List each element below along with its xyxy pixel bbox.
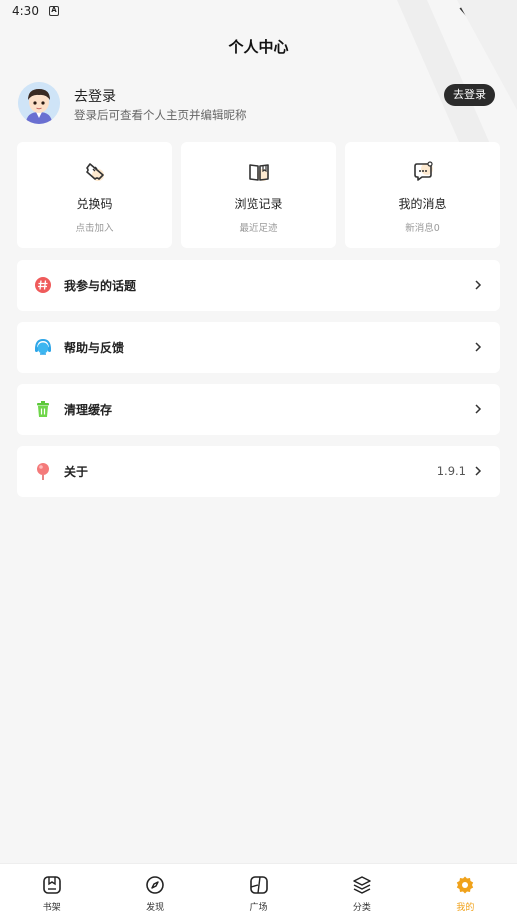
chevron-right-icon [475,280,482,290]
notification-a-icon: A [48,6,59,16]
card-subtitle: 新消息0 [405,223,440,234]
tab-bookshelf[interactable]: 书架 [0,864,103,919]
login-button[interactable]: 去登录 [444,84,495,106]
menu-label: 清理缓存 [64,403,113,417]
tab-label: 发现 [146,903,165,913]
bottom-tab-bar: 书架 发现 广场 分类 我的 [0,863,517,919]
card-my-messages[interactable]: 我的消息 新消息0 [345,142,500,248]
avatar-boy-icon [18,82,60,124]
square-icon [249,876,268,894]
chevron-right-icon [475,404,482,414]
tab-label: 书架 [42,903,61,913]
tab-label: 我的 [456,903,475,913]
card-redeem-code[interactable]: 兑换码 点击加入 [17,142,172,248]
quick-cards: 兑换码 点击加入 浏览记录 最近足迹 我的消息 新消息0 [17,142,500,248]
menu-item-about[interactable]: 关于 1.9.1 [17,446,500,497]
menu-item-help-feedback[interactable]: 帮助与反馈 [17,322,500,373]
tab-plaza[interactable]: 广场 [207,864,310,919]
menu-item-clear-cache[interactable]: 清理缓存 [17,384,500,435]
tab-label: 广场 [249,903,268,913]
message-icon [413,161,433,181]
chevron-right-icon [475,466,482,476]
app-version: 1.9.1 [436,464,466,478]
pin-icon [37,463,49,480]
profile-name[interactable]: 去登录 [74,86,116,106]
tab-discover[interactable]: 发现 [103,864,206,919]
card-subtitle: 点击加入 [75,223,114,234]
ticket-icon [85,163,104,181]
page-title: 个人中心 [228,38,289,56]
card-browse-history[interactable]: 浏览记录 最近足迹 [181,142,336,248]
menu-label: 我参与的话题 [64,279,137,293]
profile-section[interactable]: 去登录 登录后可查看个人主页并编辑昵称 去登录 [18,80,500,126]
card-title: 兑换码 [76,197,113,211]
hashtag-icon [35,277,51,293]
tab-label: 分类 [352,903,371,913]
tab-category[interactable]: 分类 [310,864,413,919]
card-subtitle: 最近足迹 [239,223,278,234]
card-title: 我的消息 [398,197,447,211]
trash-icon [37,401,49,417]
tab-mine[interactable]: 我的 [414,864,517,919]
menu-label: 关于 [64,465,89,479]
compass-icon [146,876,164,894]
card-title: 浏览记录 [234,197,283,211]
status-time: 4:30 [12,4,39,18]
menu-item-topics[interactable]: 我参与的话题 [17,260,500,311]
gear-icon [457,876,474,894]
profile-subtitle: 登录后可查看个人主页并编辑昵称 [74,108,247,122]
menu-label: 帮助与反馈 [64,341,125,355]
chevron-right-icon [475,342,482,352]
bookshelf-icon [42,876,61,894]
layers-icon [353,876,371,894]
avatar[interactable] [18,82,60,124]
book-icon [248,164,269,181]
headset-icon [35,338,51,355]
